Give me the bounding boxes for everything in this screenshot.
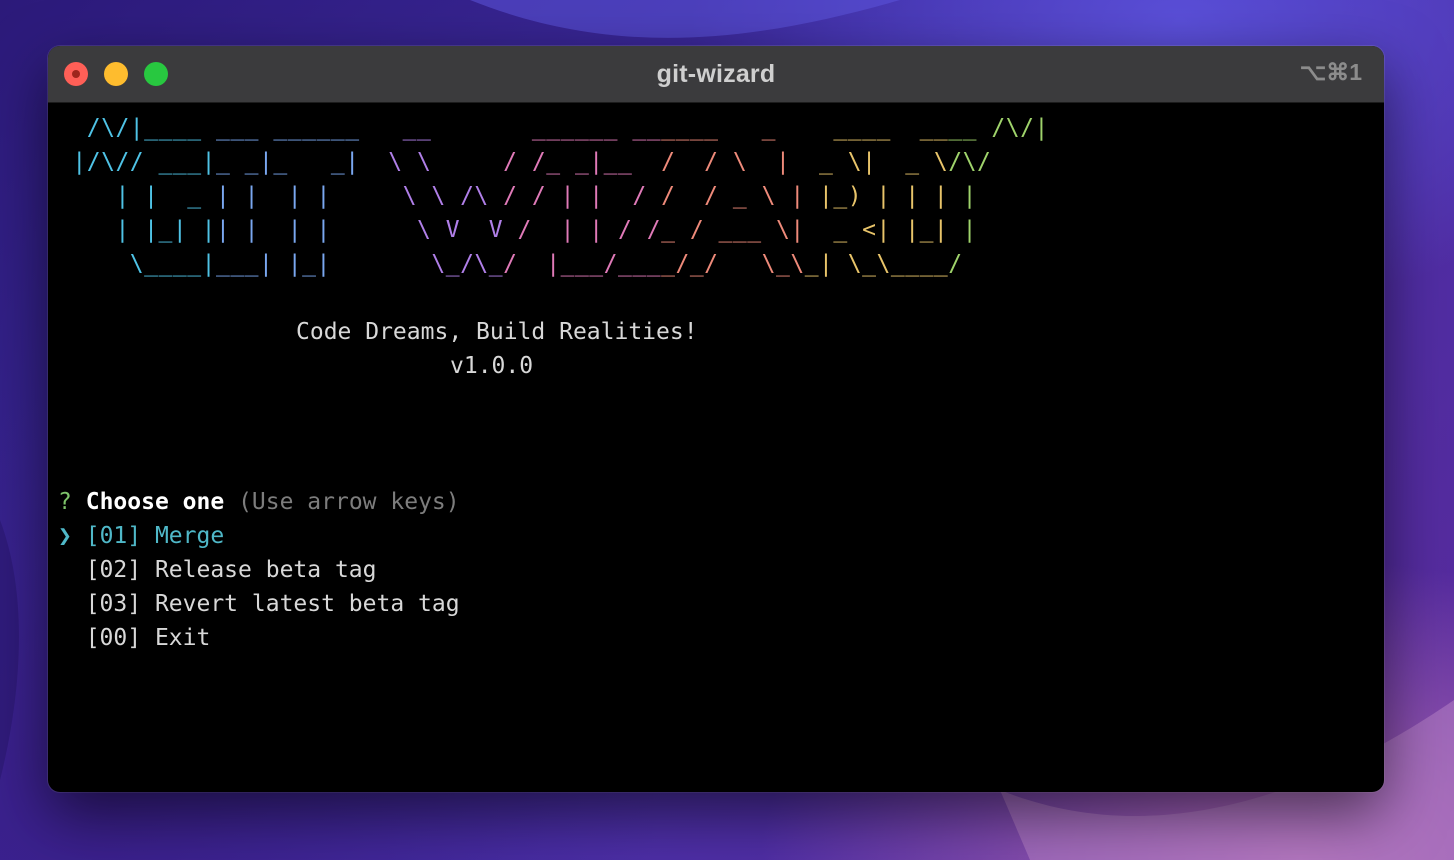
menu-option-release-beta-tag[interactable]: [02] Release beta tag xyxy=(58,553,377,587)
window-titlebar[interactable]: git-wizard ⌥⌘1 xyxy=(48,46,1384,103)
banner-version: v1.0.0 xyxy=(450,353,534,379)
banner-art-line: | | _ | | | | \ \ /\ / / | | / / / _ \ |… xyxy=(115,183,977,209)
menu-option-label: [02] Release beta tag xyxy=(85,557,377,583)
banner-art-line: | |_| || | | | \ V V / | | / /_ / ___ \|… xyxy=(115,217,977,243)
prompt-question-marker: ? xyxy=(58,489,72,515)
banner-tagline: Code Dreams, Build Realities! xyxy=(296,319,698,345)
menu-option-label: [01] Merge xyxy=(85,523,225,549)
prompt-hint: (Use arrow keys) xyxy=(238,489,460,515)
prompt-question: Choose one xyxy=(85,489,225,515)
prompt-line: ? Choose one (Use arrow keys) xyxy=(58,485,460,519)
menu-option-label: [00] Exit xyxy=(85,625,211,651)
menu-option-label: [03] Revert latest beta tag xyxy=(85,591,460,617)
window-shortcut-label: ⌥⌘1 xyxy=(1299,59,1362,85)
menu-option-exit[interactable]: [00] Exit xyxy=(58,621,211,655)
menu-option-merge[interactable]: ❯ [01] Merge xyxy=(58,519,224,553)
banner-art-line: /\/|____ ___ ______ __ ______ ______ _ _… xyxy=(86,115,1049,141)
terminal-window: git-wizard ⌥⌘1 /\/|____ ___ ______ __ __… xyxy=(48,46,1384,792)
window-title: git-wizard xyxy=(656,60,776,88)
menu-option-revert-latest-beta-tag[interactable]: [03] Revert latest beta tag xyxy=(58,587,460,621)
banner-art-line: \____|___| |_| \_/\_/ |___/____/_/ \_\_|… xyxy=(129,251,963,277)
terminal-content[interactable]: /\/|____ ___ ______ __ ______ ______ _ _… xyxy=(48,103,1384,792)
selection-pointer-icon: ❯ xyxy=(58,523,72,549)
banner-art-line: |/\// ___|_ _|_ _| \ \ / /_ _|__ / / \ |… xyxy=(72,149,992,175)
